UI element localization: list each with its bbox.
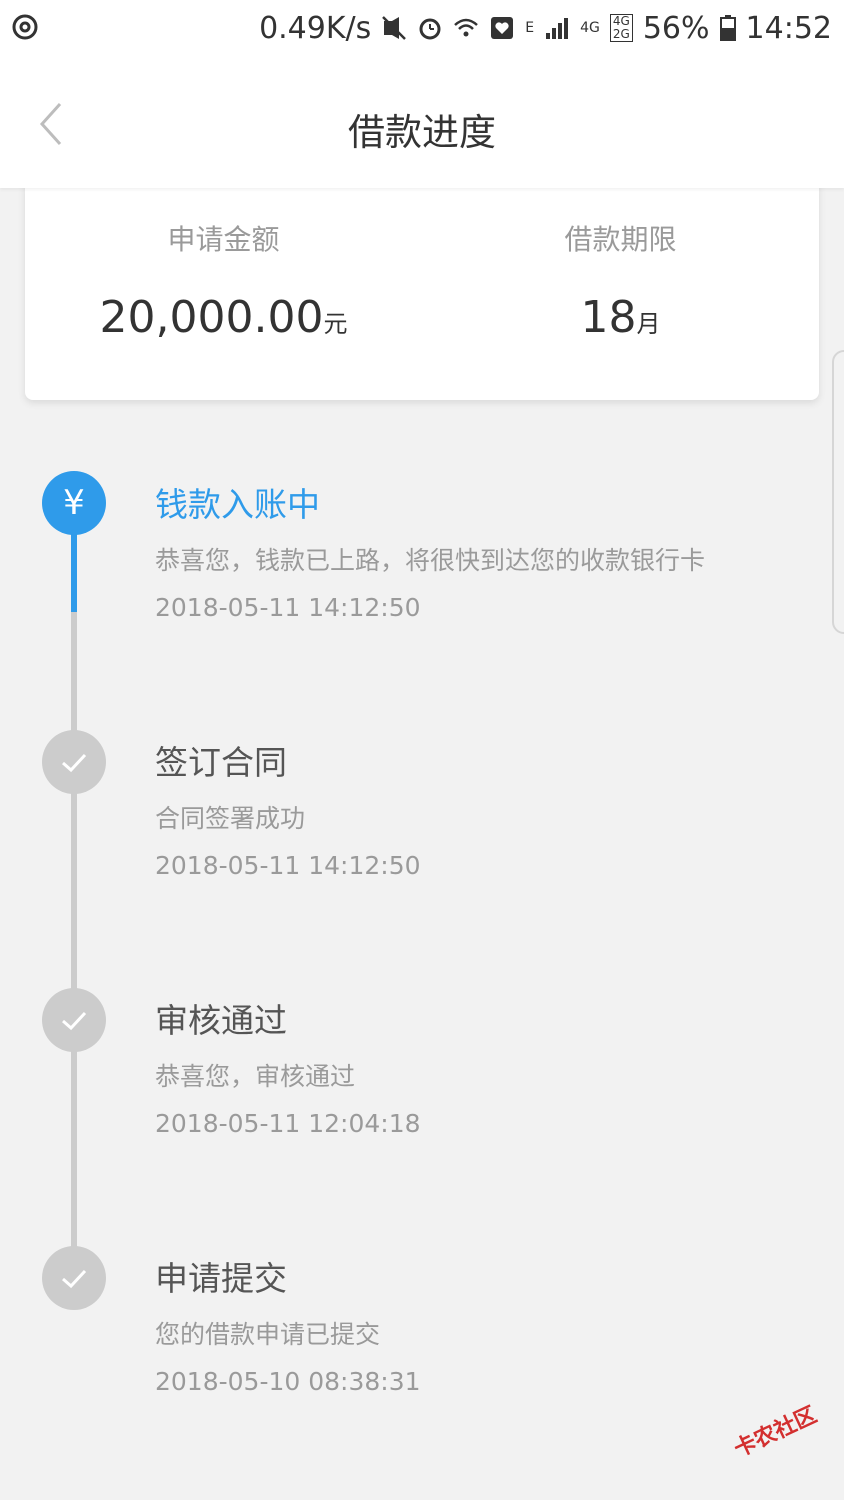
timeline-track — [71, 530, 77, 1280]
check-icon — [42, 988, 106, 1052]
check-icon — [42, 730, 106, 794]
step-time: 2018-05-11 14:12:50 — [155, 851, 421, 880]
loan-summary-card: 申请金额 20,000.00元 借款期限 18月 — [25, 178, 819, 400]
amount-value: 20,000.00元 — [25, 292, 422, 343]
term-number: 18 — [580, 292, 637, 343]
check-icon — [42, 1246, 106, 1310]
step-desc: 恭喜您，钱款已上路，将很快到达您的收款银行卡 — [155, 546, 706, 575]
term-label: 借款期限 — [564, 223, 677, 256]
amount-label: 申请金额 — [167, 223, 280, 256]
timeline-track-active — [71, 530, 77, 612]
step-desc: 您的借款申请已提交 — [155, 1320, 381, 1349]
nav-bar: 借款进度 — [0, 58, 844, 188]
yen-icon: ¥ — [42, 471, 106, 535]
term-value: 18月 — [422, 292, 819, 343]
page-title: 借款进度 — [348, 111, 496, 154]
step-time: 2018-05-10 08:38:31 — [155, 1367, 421, 1396]
step-title: 签订合同 — [155, 743, 287, 782]
step-title: 审核通过 — [155, 1001, 287, 1040]
step-title: 申请提交 — [155, 1259, 287, 1298]
step-title: 钱款入账中 — [155, 485, 320, 524]
term-unit: 月 — [636, 310, 661, 338]
amount-unit: 元 — [323, 310, 348, 338]
amount-column: 申请金额 20,000.00元 — [25, 218, 422, 343]
term-column: 借款期限 18月 — [422, 218, 819, 343]
step-time: 2018-05-11 12:04:18 — [155, 1109, 421, 1138]
step-time: 2018-05-11 14:12:50 — [155, 593, 421, 622]
step-desc: 合同签署成功 — [155, 804, 306, 833]
amount-number: 20,000.00 — [99, 292, 324, 343]
step-desc: 恭喜您，审核通过 — [155, 1062, 356, 1091]
